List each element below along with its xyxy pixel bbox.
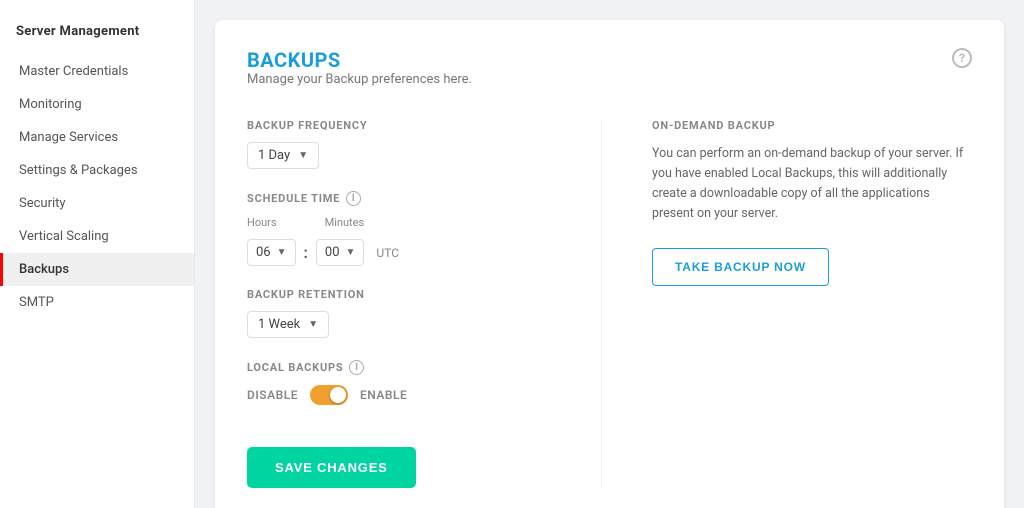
chevron-down-icon: ▼ [298,150,308,161]
main-content: BACKUPS Manage your Backup preferences h… [195,0,1024,508]
backup-retention-group: BACKUP RETENTION 1 Week ▼ [247,288,551,338]
sidebar-item-vertical-scaling[interactable]: Vertical Scaling [0,220,194,253]
schedule-time-label: SCHEDULE TIME i [247,191,551,206]
backup-frequency-group: BACKUP FREQUENCY 1 Day ▼ [247,119,551,169]
local-backups-toggle[interactable] [310,385,348,405]
info-icon[interactable]: i [349,360,364,375]
sidebar-item-monitoring[interactable]: Monitoring [0,88,194,121]
save-changes-button[interactable]: SAVE CHANGES [247,447,416,488]
help-icon[interactable]: ? [952,48,972,68]
utc-label: UTC [376,246,399,260]
right-section: ON-DEMAND BACKUP You can perform an on-d… [652,119,972,488]
take-backup-button[interactable]: TAKE BACKUP NOW [652,248,829,286]
sidebar-item-settings-packages[interactable]: Settings & Packages [0,154,194,187]
backup-frequency-select[interactable]: 1 Day ▼ [247,142,319,169]
toggle-row: DISABLE ENABLE [247,385,551,405]
sidebar-item-backups[interactable]: Backups [0,253,194,286]
toggle-knob [330,387,346,403]
sidebar-item-security[interactable]: Security [0,187,194,220]
colon-separator: : [304,243,308,262]
sidebar-item-manage-services[interactable]: Manage Services [0,121,194,154]
on-demand-description: You can perform an on-demand backup of y… [652,144,972,224]
hours-label: Hours [247,216,277,229]
schedule-time-group: SCHEDULE TIME i Hours Minutes 06 ▼ : [247,191,551,266]
backup-retention-label: BACKUP RETENTION [247,288,551,301]
sidebar-item-smtp[interactable]: SMTP [0,286,194,319]
backup-frequency-label: BACKUP FREQUENCY [247,119,551,132]
chevron-down-icon: ▼ [308,319,318,330]
minutes-select[interactable]: 00 ▼ [316,239,365,266]
chevron-down-icon: ▼ [346,247,356,258]
backup-retention-select[interactable]: 1 Week ▼ [247,311,329,338]
disable-label: DISABLE [247,388,298,402]
chevron-down-icon: ▼ [277,247,287,258]
page-subtitle: Manage your Backup preferences here. [247,72,472,87]
on-demand-title: ON-DEMAND BACKUP [652,119,972,132]
local-backups-label: LOCAL BACKUPS i [247,360,551,375]
sidebar-item-master-credentials[interactable]: Master Credentials [0,55,194,88]
info-icon[interactable]: i [346,191,361,206]
minutes-label: Minutes [325,216,365,229]
sidebar-title: Server Management [0,16,194,55]
page-title: BACKUPS [247,48,472,72]
vertical-divider [601,119,602,488]
left-section: BACKUP FREQUENCY 1 Day ▼ SCHEDULE TIME i… [247,119,551,488]
hours-select[interactable]: 06 ▼ [247,239,296,266]
enable-label: ENABLE [360,388,407,402]
backups-card: BACKUPS Manage your Backup preferences h… [215,20,1004,508]
sidebar: Server Management Master Credentials Mon… [0,0,195,508]
local-backups-group: LOCAL BACKUPS i DISABLE ENABLE [247,360,551,405]
schedule-inputs: 06 ▼ : 00 ▼ UTC [247,239,551,266]
